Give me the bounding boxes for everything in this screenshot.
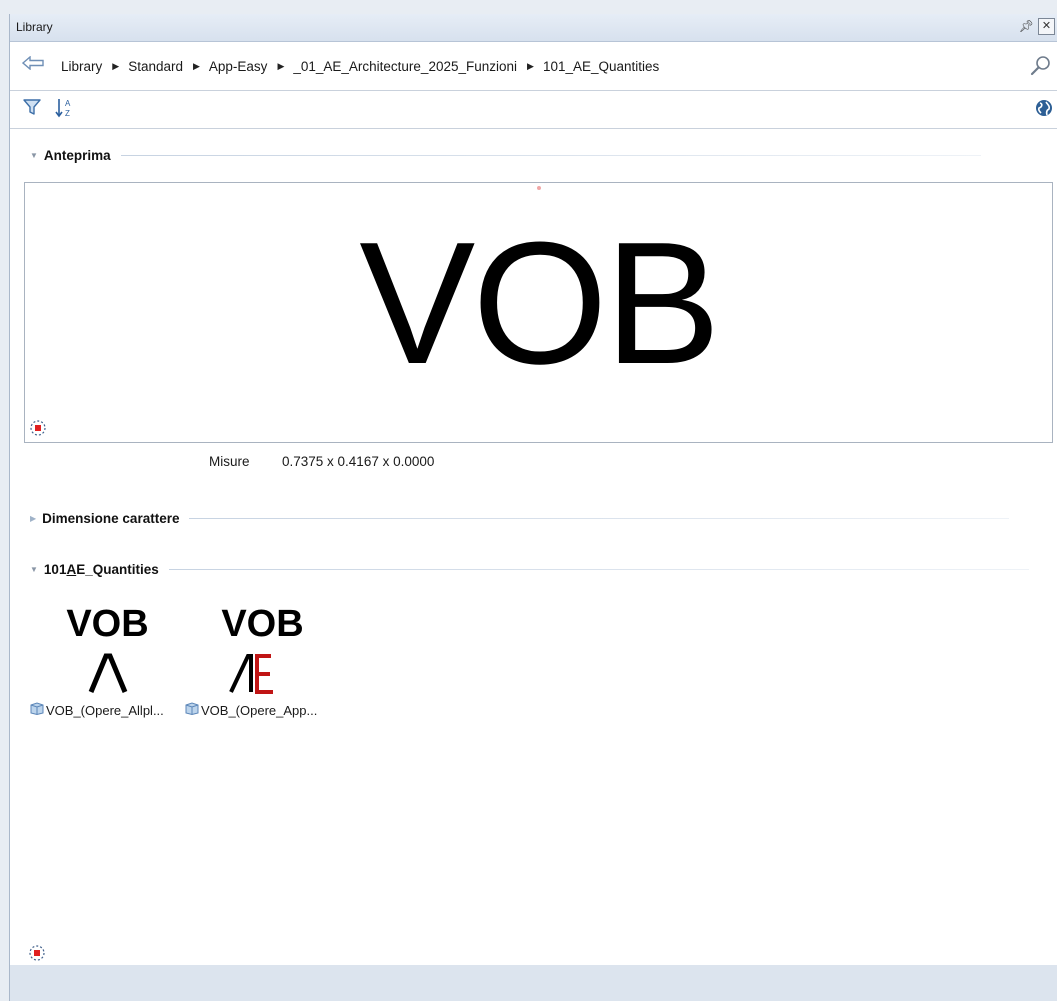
item-label: VOB_(Opere_App... [185, 702, 317, 718]
measure-value: 0.7375 x 0.4167 x 0.0000 [282, 454, 435, 469]
breadcrumb-separator-icon[interactable]: ▶ [112, 61, 119, 72]
back-arrow-icon[interactable] [21, 55, 44, 73]
status-bar [10, 965, 1057, 1001]
breadcrumb-separator-icon[interactable]: ▶ [527, 61, 534, 72]
collapse-caret-icon[interactable]: ▼ [30, 151, 38, 160]
measure-label: Misure [209, 454, 250, 469]
marker-icon[interactable] [29, 419, 47, 440]
thumbnail-title: VOB [66, 603, 149, 645]
breadcrumb-item-standard[interactable]: Standard [128, 59, 183, 74]
section-folder-header[interactable]: ▼ 101AE_Quantities [30, 562, 1029, 577]
breadcrumb-item-architecture[interactable]: _01_AE_Architecture_2025_Funzioni [293, 59, 517, 74]
section-font-size-label: Dimensione carattere [42, 511, 180, 526]
library-item[interactable]: VOB VOB_(Opere_App... [185, 602, 340, 722]
pin-icon[interactable]: 📌︎ [1019, 19, 1034, 33]
item-name: VOB_(Opere_Allpl... [46, 702, 164, 718]
svg-text:A: A [65, 99, 71, 108]
section-folder-label: 101AE_Quantities [43, 562, 159, 577]
title-bar: Library 📌︎ ✕ [10, 14, 1057, 42]
origin-dot [537, 186, 541, 190]
breadcrumb-item-quantities[interactable]: 101_AE_Quantities [543, 59, 659, 74]
preview-area: VOB [24, 182, 1053, 443]
sort-az-icon[interactable]: A Z [55, 97, 77, 122]
thumbnail-title: VOB [221, 603, 304, 645]
svg-text:Z: Z [65, 109, 70, 118]
collapse-caret-icon[interactable]: ▼ [30, 565, 38, 574]
library-panel: Library 📌︎ ✕ Library ▶ Standard ▶ App-Ea… [9, 14, 1057, 1001]
filter-icon[interactable] [23, 98, 41, 119]
section-preview-header[interactable]: ▼ Anteprima [30, 148, 981, 163]
library-item[interactable]: VOB VOB_(Opere_Allpl... [30, 602, 185, 722]
breadcrumb-item-app-easy[interactable]: App-Easy [209, 59, 268, 74]
cube-icon [185, 702, 199, 718]
window-title: Library [16, 20, 53, 34]
close-icon[interactable]: ✕ [1038, 18, 1055, 35]
section-preview-label: Anteprima [43, 148, 111, 163]
section-font-size-header[interactable]: ▶ Dimensione carattere [30, 511, 1010, 526]
globe-icon[interactable] [1034, 98, 1054, 121]
breadcrumb: Library ▶ Standard ▶ App-Easy ▶ _01_AE_A… [61, 59, 659, 74]
cube-icon [30, 702, 44, 718]
preview-text: VOB [359, 205, 720, 400]
breadcrumb-separator-icon[interactable]: ▶ [193, 61, 200, 72]
section-divider [168, 569, 1029, 570]
breadcrumb-separator-icon[interactable]: ▶ [277, 61, 284, 72]
section-divider [120, 155, 981, 156]
breadcrumb-bar: Library ▶ Standard ▶ App-Easy ▶ _01_AE_A… [10, 42, 1057, 91]
breadcrumb-item-library[interactable]: Library [61, 59, 102, 74]
item-name: VOB_(Opere_App... [201, 702, 318, 718]
item-label: VOB_(Opere_Allpl... [30, 702, 164, 718]
toolbar: A Z [10, 91, 1057, 129]
expand-caret-icon[interactable]: ▶ [30, 514, 36, 523]
marker-icon[interactable] [28, 944, 46, 965]
allplan-logo-icon [88, 653, 128, 693]
section-divider [189, 518, 1010, 519]
search-icon[interactable] [1030, 55, 1052, 80]
item-thumbnail[interactable]: VOB [30, 602, 185, 702]
app-easy-logo-icon [229, 654, 273, 694]
item-thumbnail[interactable]: VOB [185, 602, 340, 702]
